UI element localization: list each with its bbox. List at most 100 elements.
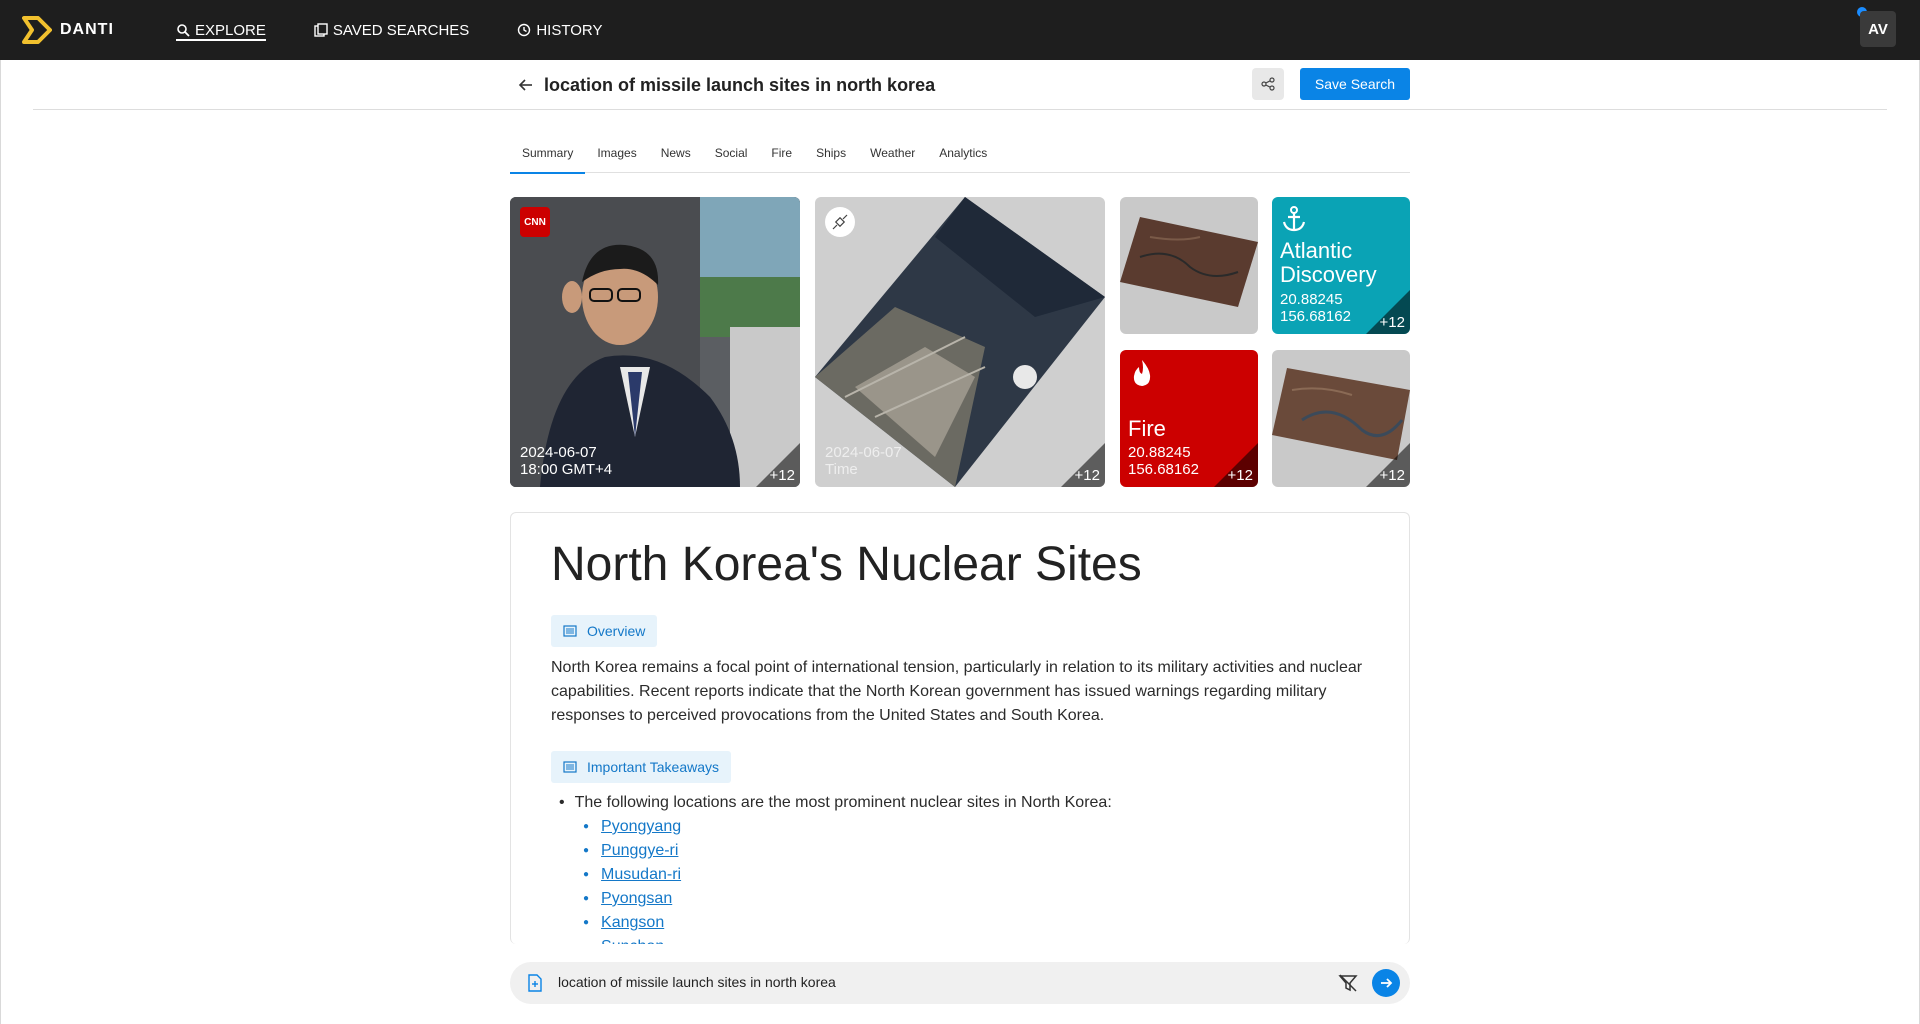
ship-latitude: 20.88245 — [1280, 291, 1343, 308]
fire-more-count: +12 — [1227, 467, 1253, 484]
fire-more-badge: +12 — [1214, 443, 1258, 487]
location-link-pyongsan[interactable]: Pyongsan — [601, 887, 672, 911]
flame-icon — [1133, 360, 1151, 386]
nav-history[interactable]: HISTORY — [517, 0, 602, 60]
history-icon — [518, 23, 531, 37]
fire-coordinates: 20.88245 156.68162 — [1128, 444, 1199, 478]
brand-name: DANTI — [60, 21, 114, 38]
cnn-source-badge: CNN — [520, 207, 550, 237]
document-list-icon — [563, 625, 577, 637]
location-link-sunchon[interactable]: Sunchon — [601, 935, 664, 944]
tab-images[interactable]: Images — [585, 140, 648, 173]
main-nav: EXPLORE SAVED SEARCHES HISTORY — [176, 0, 602, 60]
fire-title: Fire — [1128, 416, 1166, 441]
ship-name-line-1: Atlantic — [1280, 238, 1353, 263]
share-button[interactable] — [1252, 68, 1284, 100]
imagery-thumb-card-1[interactable] — [1120, 197, 1258, 334]
danti-logo[interactable]: DANTI — [22, 16, 114, 44]
user-avatar[interactable]: AV — [1860, 11, 1896, 47]
satellite-card-timestamp: 2024-06-07 Time — [825, 444, 902, 478]
back-arrow-icon[interactable] — [518, 77, 534, 93]
ship-more-count: +12 — [1379, 314, 1405, 331]
fire-longitude: 156.68162 — [1128, 461, 1199, 478]
bottom-search-input[interactable]: location of missile launch sites in nort… — [558, 974, 836, 990]
location-list: ● Pyongyang ● Punggye-ri ● Musudan-ri ● Pyon… — [583, 815, 1112, 944]
news-card-date: 2024-06-07 — [520, 444, 597, 461]
fire-card[interactable]: Fire 20.88245 156.68162 +12 — [1120, 350, 1258, 487]
tab-ships[interactable]: Ships — [804, 140, 858, 173]
summary-title: North Korea's Nuclear Sites — [551, 538, 1142, 591]
satellite-card-time: Time — [825, 461, 858, 478]
tab-analytics[interactable]: Analytics — [927, 140, 999, 173]
news-more-count: +12 — [769, 467, 795, 484]
anchor-icon — [1282, 206, 1306, 232]
satellite-source-badge — [825, 207, 855, 237]
cnn-badge-text: CNN — [524, 216, 546, 228]
imagery-thumb-card-2[interactable]: +12 — [1272, 350, 1410, 487]
add-document-icon[interactable] — [526, 974, 544, 992]
takeaway-intro: The following locations are the most pro… — [574, 794, 1112, 811]
location-link-pyongyang[interactable]: Pyongyang — [601, 815, 681, 839]
ship-name-line-2: Discovery — [1280, 262, 1377, 287]
nav-saved-searches-label: SAVED SEARCHES — [332, 21, 470, 39]
overview-label: Overview — [587, 623, 646, 639]
summary-panel: North Korea's Nuclear Sites Overview Nor… — [510, 512, 1410, 944]
panel-border-left — [0, 60, 1, 1024]
satellite-card-date: 2024-06-07 — [825, 444, 902, 461]
tab-weather[interactable]: Weather — [858, 140, 927, 173]
nav-saved-searches[interactable]: SAVED SEARCHES — [314, 0, 469, 60]
location-link-punggye-ri[interactable]: Punggye-ri — [601, 839, 678, 863]
top-navigation-bar: DANTI EXPLORE SAVED SEARCHES HISTORY AV — [0, 0, 1920, 60]
list-item: ● Pyongyang — [583, 815, 1112, 839]
arrow-right-icon — [1381, 978, 1393, 988]
search-query-title: location of missile launch sites in nort… — [544, 74, 936, 95]
nav-history-label: HISTORY — [536, 21, 603, 39]
satellite-icon — [832, 214, 848, 230]
takeaways-label: Important Takeaways — [587, 759, 720, 775]
imagery-more-count: +12 — [1379, 467, 1405, 484]
fire-latitude: 20.88245 — [1128, 444, 1191, 461]
news-card-timestamp: 2024-06-07 18:00 GMT+4 — [520, 444, 612, 478]
location-link-musudan-ri[interactable]: Musudan-ri — [601, 863, 681, 887]
news-card-time: 18:00 GMT+4 — [520, 461, 613, 478]
satellite-card[interactable]: 2024-06-07 Time +12 — [815, 197, 1105, 487]
submit-search-button[interactable] — [1372, 969, 1400, 997]
satellite-more-count: +12 — [1074, 467, 1100, 484]
list-item: ●Sunchon — [583, 935, 1112, 944]
tab-summary[interactable]: Summary — [510, 140, 586, 174]
imagery-more-badge: +12 — [1366, 443, 1410, 487]
ship-card[interactable]: Atlantic Discovery 20.88245 156.68162 +1… — [1272, 197, 1410, 334]
takeaways-chip: Important Takeaways — [551, 751, 732, 783]
ship-name: Atlantic Discovery — [1280, 239, 1377, 287]
overview-paragraph: North Korea remains a focal point of int… — [551, 659, 1363, 724]
share-icon — [1261, 77, 1275, 91]
tab-fire[interactable]: Fire — [759, 140, 804, 173]
list-item: ● Kangson — [583, 911, 1112, 935]
nav-explore-label: EXPLORE — [195, 21, 266, 39]
list-item: ● Musudan-ri — [583, 863, 1112, 887]
satellite-more-badge: +12 — [1061, 443, 1105, 487]
header-divider — [33, 109, 1887, 110]
bottom-search-bar[interactable]: location of missile launch sites in nort… — [510, 962, 1410, 1004]
news-card[interactable]: CNN 2024-06-07 18:00 GMT+4 +12 — [510, 197, 800, 487]
list-item: • The following locations are the most p… — [559, 791, 1112, 815]
imagery-thumbnail-1 — [1120, 217, 1258, 307]
tab-news[interactable]: News — [649, 140, 703, 173]
bullet-dot: • — [559, 794, 565, 811]
ship-coordinates: 20.88245 156.68162 — [1280, 291, 1351, 325]
list-item: ● Pyongsan — [583, 887, 1112, 911]
tab-social[interactable]: Social — [703, 140, 760, 173]
search-header: location of missile launch sites in nort… — [518, 68, 1410, 102]
save-search-button[interactable]: Save Search — [1300, 68, 1410, 100]
ship-more-badge: +12 — [1366, 290, 1410, 334]
ship-longitude: 156.68162 — [1280, 308, 1351, 325]
news-more-badge: +12 — [756, 443, 800, 487]
document-list-icon — [563, 761, 577, 773]
list-item: ● Punggye-ri — [583, 839, 1112, 863]
nav-explore[interactable]: EXPLORE — [176, 0, 266, 60]
filter-off-icon[interactable] — [1338, 973, 1358, 993]
result-tabs: Summary Images News Social Fire Ships We… — [510, 140, 1410, 174]
search-icon — [177, 24, 190, 37]
overview-chip: Overview — [551, 615, 658, 647]
location-link-kangson[interactable]: Kangson — [601, 911, 664, 935]
